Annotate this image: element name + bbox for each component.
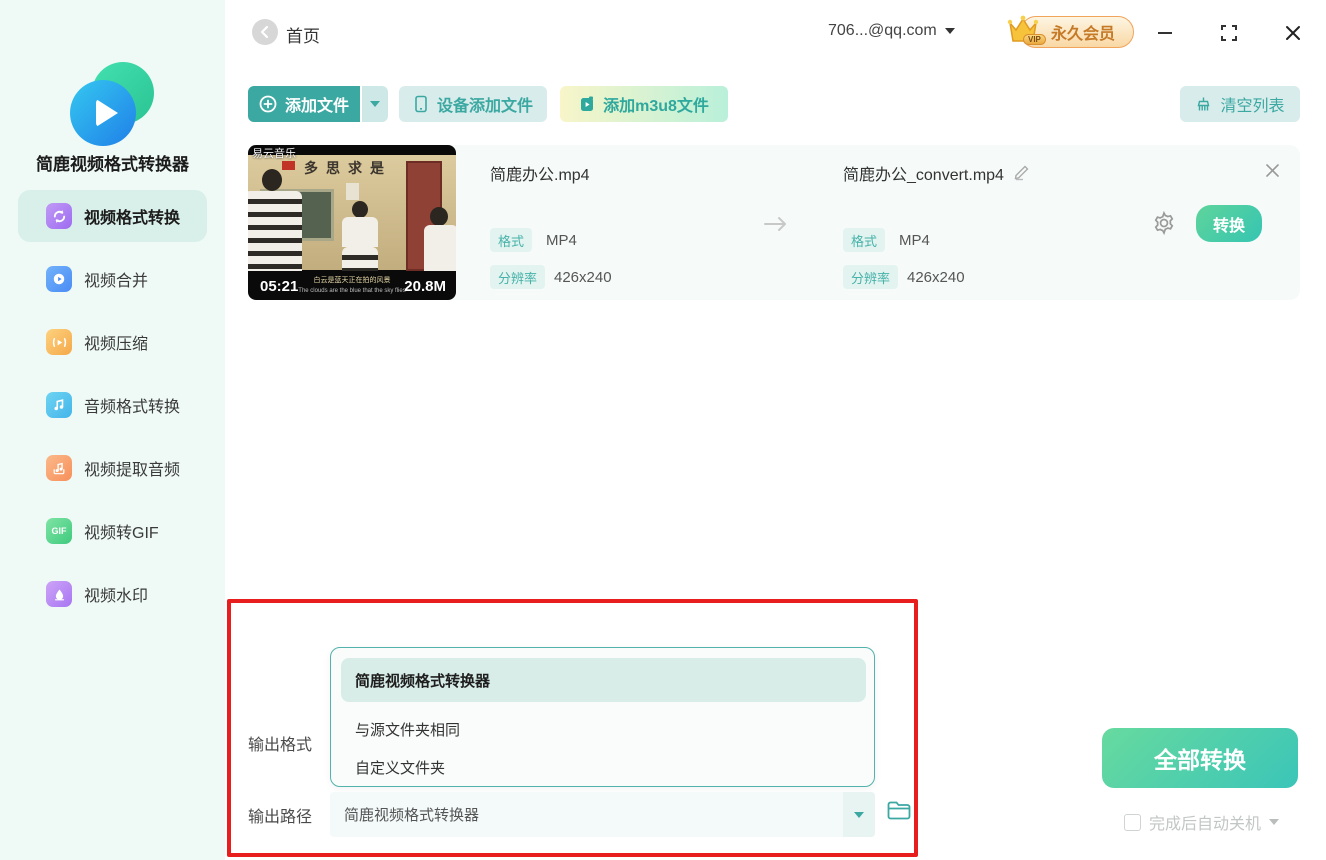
sidebar-item-label: 视频转GIF <box>84 519 159 543</box>
vip-label: 永久会员 <box>1051 20 1115 44</box>
maximize-button[interactable] <box>1216 20 1242 46</box>
arrow-left-icon <box>258 25 272 39</box>
source-format-value: MP4 <box>546 232 577 249</box>
phone-icon <box>413 95 429 113</box>
close-icon <box>1284 24 1302 42</box>
sidebar-item-label: 视频合并 <box>84 267 148 291</box>
arrow-right-icon <box>762 214 790 234</box>
extract-audio-icon <box>46 455 72 481</box>
maximize-icon <box>1220 24 1238 42</box>
sidebar-item-label: 音频格式转换 <box>84 393 180 417</box>
sidebar-item-video-to-gif[interactable]: GIF 视频转GIF <box>18 505 207 557</box>
clear-list-label: 清空列表 <box>1220 92 1284 116</box>
plus-circle-icon <box>259 95 277 113</box>
page-title: 首页 <box>286 22 320 47</box>
minimize-button[interactable] <box>1152 20 1178 46</box>
chevron-down-icon <box>370 101 380 107</box>
file-row: 多思求是 易云音乐 白云是蓝 <box>248 145 1300 300</box>
app-title: 简鹿视频格式转换器 <box>0 150 225 175</box>
add-file-dropdown-button[interactable] <box>362 86 388 122</box>
minimize-icon <box>1156 24 1174 42</box>
output-resolution-value: 426x240 <box>907 269 965 286</box>
source-file-name: 简鹿办公.mp4 <box>490 161 590 185</box>
source-resolution-value: 426x240 <box>554 269 612 286</box>
sidebar-item-label: 视频提取音频 <box>84 456 180 480</box>
vip-tag: VIP <box>1023 34 1046 45</box>
sidebar-item-video-merge[interactable]: 视频合并 <box>18 253 207 305</box>
sidebar-item-label: 视频格式转换 <box>84 204 180 228</box>
settings-gear-icon[interactable] <box>1151 210 1177 236</box>
video-merge-icon <box>46 266 72 292</box>
remove-file-icon[interactable] <box>1264 162 1281 179</box>
flag-shape <box>282 161 295 170</box>
thumbnail-banner-text: 多思求是 <box>304 158 392 178</box>
app-window: 简鹿视频格式转换器 视频格式转换 视频合并 视频压缩 <box>0 0 1326 860</box>
sidebar-item-label: 视频水印 <box>84 582 148 606</box>
audio-convert-icon <box>46 392 72 418</box>
device-add-file-button[interactable]: 设备添加文件 <box>399 86 547 122</box>
broom-icon <box>1195 96 1212 113</box>
device-add-file-label: 设备添加文件 <box>437 92 533 116</box>
sidebar-item-video-watermark[interactable]: 视频水印 <box>18 568 207 620</box>
crown-icon <box>1003 11 1043 51</box>
account-menu[interactable]: 706...@qq.com <box>828 22 958 40</box>
gif-icon: GIF <box>46 518 72 544</box>
add-file-label: 添加文件 <box>285 92 349 116</box>
add-file-button[interactable]: 添加文件 <box>248 86 360 122</box>
m3u8-file-icon <box>579 96 595 113</box>
watermark-icon <box>46 581 72 607</box>
shutdown-label: 完成后自动关机 <box>1149 810 1261 834</box>
shutdown-after-finish[interactable]: 完成后自动关机 <box>1124 810 1279 834</box>
sidebar-item-video-compress[interactable]: 视频压缩 <box>18 316 207 368</box>
add-m3u8-label: 添加m3u8文件 <box>603 92 709 116</box>
sidebar-item-video-format-convert[interactable]: 视频格式转换 <box>18 190 207 242</box>
add-m3u8-button[interactable]: 添加m3u8文件 <box>560 86 728 122</box>
convert-button[interactable]: 转换 <box>1196 205 1262 242</box>
chevron-down-icon <box>1269 819 1279 825</box>
vip-badge[interactable]: VIP 永久会员 <box>1020 16 1134 48</box>
video-compress-icon <box>46 329 72 355</box>
shutdown-checkbox[interactable] <box>1124 814 1141 831</box>
video-thumbnail: 多思求是 易云音乐 白云是蓝 <box>248 145 456 300</box>
close-button[interactable] <box>1280 20 1306 46</box>
annotation-box <box>227 599 918 857</box>
source-resolution-badge: 分辨率 <box>490 265 545 289</box>
output-resolution-badge: 分辨率 <box>843 265 898 289</box>
chevron-down-icon <box>945 28 955 34</box>
thumbnail-duration: 05:21 <box>260 278 298 295</box>
clear-list-button[interactable]: 清空列表 <box>1180 86 1300 122</box>
sidebar: 简鹿视频格式转换器 视频格式转换 视频合并 视频压缩 <box>0 0 225 860</box>
thumbnail-filesize: 20.8M <box>404 278 446 295</box>
output-format-badge: 格式 <box>843 228 885 252</box>
app-logo-icon <box>70 62 154 146</box>
account-email: 706...@qq.com <box>828 22 937 39</box>
edit-pencil-icon[interactable] <box>1013 163 1031 181</box>
sidebar-item-extract-audio[interactable]: 视频提取音频 <box>18 442 207 494</box>
sidebar-item-label: 视频压缩 <box>84 330 148 354</box>
video-frame: 多思求是 <box>248 155 456 270</box>
back-button[interactable] <box>252 19 278 45</box>
speaker-shape <box>346 183 359 200</box>
output-file-name: 简鹿办公_convert.mp4 <box>843 161 1004 185</box>
convert-all-button[interactable]: 全部转换 <box>1102 728 1298 788</box>
source-format-badge: 格式 <box>490 228 532 252</box>
output-format-value: MP4 <box>899 232 930 249</box>
sidebar-item-audio-format-convert[interactable]: 音频格式转换 <box>18 379 207 431</box>
sidebar-nav: 视频格式转换 视频合并 视频压缩 音频格式转换 <box>0 190 225 631</box>
format-convert-icon <box>46 203 72 229</box>
thumbnail-watermark: 易云音乐 <box>252 145 296 161</box>
